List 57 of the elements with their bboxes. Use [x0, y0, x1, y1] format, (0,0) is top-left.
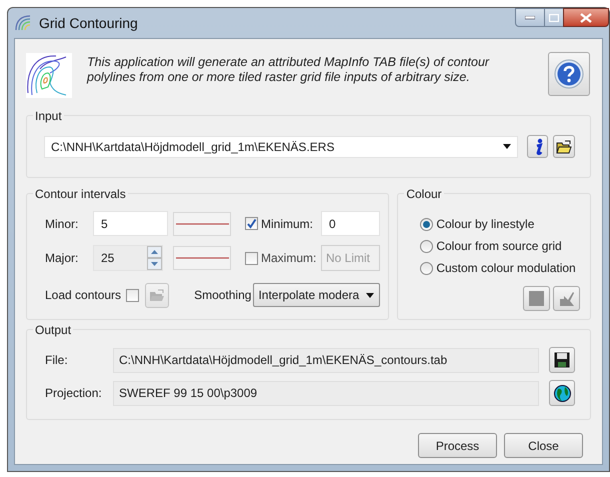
minimize-icon [525, 16, 535, 20]
projection-button[interactable] [549, 380, 575, 406]
field-label: Load contours [45, 287, 122, 304]
contour-map-icon [26, 53, 72, 98]
open-file-button[interactable] [553, 135, 575, 158]
radio-label: Colour by linestyle [436, 216, 534, 233]
square-icon [529, 291, 544, 306]
folder-icon [556, 140, 572, 154]
major-interval-spinbox[interactable]: 25 [93, 245, 163, 271]
input-file-combobox[interactable]: C:\NNH\Kartdata\Höjdmodell_grid_1m\EKENÄS.ERS [44, 136, 518, 158]
minimize-button[interactable] [515, 8, 545, 27]
field-label: File: [45, 352, 69, 369]
dropdown-arrow-icon [366, 292, 374, 298]
radio-button[interactable] [420, 218, 434, 230]
checkmark-icon [246, 218, 257, 229]
colour-edit-button[interactable] [553, 286, 580, 311]
checkbox[interactable] [126, 288, 140, 302]
close-icon [580, 12, 592, 22]
process-button[interactable]: Process [418, 433, 497, 458]
spinner-arrows-icon [147, 246, 162, 270]
description-text: This application will generate an attributed MapInfo TAB file(s) of contour polylines from one or more tiled raster grid file inputs of arbitrary size. [87, 55, 490, 85]
dropdown-value: Interpolate modera [258, 287, 360, 304]
checkbox[interactable] [245, 217, 258, 230]
folder-icon [149, 288, 166, 302]
combobox-value: C:\NNH\Kartdata\Höjdmodell_grid_1m\EKENÄS.ERS [51, 138, 336, 156]
info-button[interactable] [527, 135, 548, 158]
line-style-swatch [173, 212, 231, 236]
globe-icon [554, 384, 570, 402]
save-button[interactable] [549, 347, 575, 373]
projection-field[interactable]: SWEREF 99 15 00\p3009 [113, 380, 539, 406]
spinbox-value: 25 [101, 250, 116, 267]
file-field[interactable]: C:\NNH\Kartdata\Höjdmodell_grid_1m\EKENÄS_contours.tab [113, 348, 539, 372]
checkbox[interactable] [245, 252, 258, 264]
app-icon [14, 14, 32, 32]
close-button[interactable] [563, 8, 609, 27]
help-button[interactable] [548, 52, 590, 96]
radio-label: Custom colour modulation [436, 260, 576, 277]
close-dialog-button[interactable]: Close [504, 433, 583, 458]
field-label: Projection: [45, 385, 103, 402]
minimum-field[interactable]: 0 [321, 211, 380, 236]
field-label: Maximum: [261, 250, 318, 267]
radio-button[interactable] [420, 240, 434, 252]
field-label: Major: [45, 250, 80, 267]
radio-label: Colour from source grid [436, 238, 562, 255]
help-icon [554, 59, 584, 89]
field-label: Minor: [45, 216, 80, 232]
colour-swatch-button[interactable] [523, 286, 550, 311]
dropdown-arrow-icon [503, 144, 511, 149]
window-title: Grid Contouring [39, 14, 138, 33]
minor-interval-field[interactable]: 5 [93, 211, 168, 236]
field-label: Minimum: [261, 216, 314, 232]
field-label: Smoothing [194, 287, 252, 304]
maximize-button[interactable] [545, 8, 563, 27]
maximize-icon [549, 14, 559, 22]
line-style-swatch [173, 246, 231, 270]
smoothing-dropdown[interactable]: Interpolate modera [253, 283, 380, 307]
radio-button[interactable] [420, 262, 434, 274]
